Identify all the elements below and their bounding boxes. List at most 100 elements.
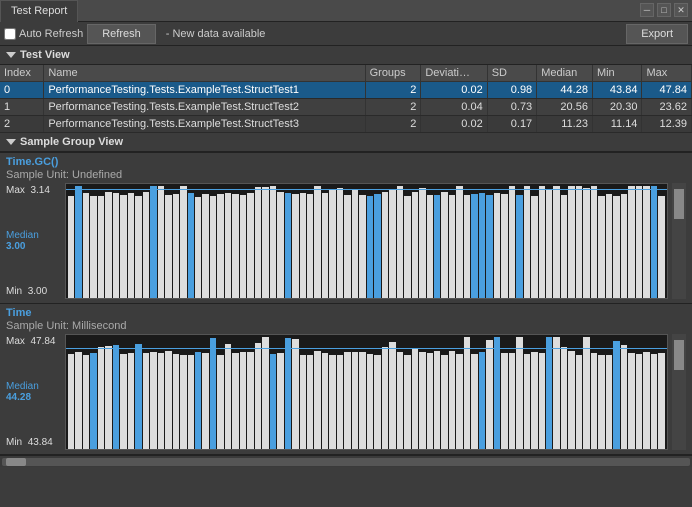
bars-container bbox=[66, 335, 667, 449]
test-view-section: Test View Index Name Groups Deviati… SD … bbox=[0, 46, 692, 133]
chart-area: Max 47.84Median 44.28Min 43.84 bbox=[0, 334, 692, 454]
minimize-button[interactable]: ─ bbox=[640, 3, 654, 17]
auto-refresh-checkbox[interactable]: Auto Refresh bbox=[4, 28, 83, 40]
scrollbar-thumb[interactable] bbox=[674, 340, 684, 370]
new-data-label: - New data available bbox=[166, 28, 266, 40]
col-deviation[interactable]: Deviati… bbox=[421, 65, 487, 82]
bar bbox=[553, 186, 559, 298]
col-groups[interactable]: Groups bbox=[365, 65, 421, 82]
export-button[interactable]: Export bbox=[626, 24, 688, 44]
bar bbox=[524, 186, 530, 298]
bar bbox=[300, 193, 306, 298]
max-value: 47.84 bbox=[30, 336, 55, 347]
bar bbox=[613, 196, 619, 298]
max-label: Max bbox=[6, 185, 25, 196]
close-button[interactable]: ✕ bbox=[674, 3, 688, 17]
bar bbox=[419, 188, 425, 298]
scrollbar-thumb[interactable] bbox=[674, 189, 684, 219]
horizontal-scrollbar[interactable] bbox=[0, 455, 692, 467]
bar bbox=[120, 354, 126, 449]
bar bbox=[471, 194, 477, 298]
auto-refresh-input[interactable] bbox=[4, 28, 16, 40]
bar bbox=[262, 337, 268, 449]
maximize-icon: □ bbox=[661, 5, 666, 15]
bar bbox=[240, 352, 246, 449]
bar bbox=[202, 194, 208, 298]
bar bbox=[374, 194, 380, 298]
group-subtitle: Sample Unit: Undefined bbox=[0, 169, 692, 183]
bar bbox=[479, 193, 485, 298]
min-label: Min bbox=[6, 437, 22, 448]
bar bbox=[240, 195, 246, 298]
bar bbox=[158, 186, 164, 298]
bar bbox=[382, 347, 388, 449]
table-row[interactable]: 1PerformanceTesting.Tests.ExampleTest.St… bbox=[0, 99, 692, 116]
bar bbox=[464, 337, 470, 449]
table-row[interactable]: 0PerformanceTesting.Tests.ExampleTest.St… bbox=[0, 82, 692, 99]
maximize-button[interactable]: □ bbox=[657, 3, 671, 17]
sample-group-0: Time.GC()Sample Unit: UndefinedMax 3.14M… bbox=[0, 153, 692, 304]
bar bbox=[501, 353, 507, 449]
bar bbox=[277, 192, 283, 298]
bar bbox=[568, 186, 574, 298]
bar bbox=[128, 353, 134, 449]
bar bbox=[173, 354, 179, 449]
bar bbox=[464, 195, 470, 298]
bar bbox=[613, 341, 619, 449]
hscroll-thumb[interactable] bbox=[6, 458, 26, 466]
col-sd[interactable]: SD bbox=[487, 65, 536, 82]
collapse-test-view-icon[interactable] bbox=[6, 52, 16, 58]
bar bbox=[232, 353, 238, 449]
bar bbox=[539, 186, 545, 298]
bar bbox=[83, 355, 89, 449]
bar bbox=[210, 338, 216, 449]
collapse-sample-view-icon[interactable] bbox=[6, 139, 16, 145]
bar bbox=[232, 194, 238, 298]
bar bbox=[456, 186, 462, 298]
chart-scrollbar[interactable] bbox=[672, 334, 686, 450]
bar bbox=[576, 355, 582, 449]
min-value: 3.00 bbox=[28, 286, 47, 297]
bar bbox=[643, 186, 649, 298]
col-index[interactable]: Index bbox=[0, 65, 44, 82]
refresh-button[interactable]: Refresh bbox=[87, 24, 156, 44]
bar bbox=[135, 344, 141, 449]
scrollbar-track bbox=[673, 335, 685, 449]
bar bbox=[255, 187, 261, 298]
bar bbox=[188, 193, 194, 298]
bar bbox=[352, 190, 358, 298]
bar bbox=[509, 353, 515, 449]
chart-main bbox=[65, 334, 668, 450]
title-bar-controls: ─ □ ✕ bbox=[640, 3, 688, 17]
bar bbox=[68, 196, 74, 298]
bar bbox=[150, 352, 156, 449]
bar bbox=[225, 344, 231, 449]
col-min[interactable]: Min bbox=[592, 65, 641, 82]
bar bbox=[307, 355, 313, 449]
bar bbox=[382, 192, 388, 298]
bar bbox=[636, 354, 642, 449]
bar bbox=[501, 194, 507, 298]
auto-refresh-label: Auto Refresh bbox=[19, 28, 83, 40]
sample-group-1: TimeSample Unit: MillisecondMax 47.84Med… bbox=[0, 304, 692, 455]
bar bbox=[531, 196, 537, 298]
bar bbox=[292, 339, 298, 449]
bar bbox=[434, 195, 440, 298]
median-line bbox=[66, 348, 667, 349]
col-median[interactable]: Median bbox=[537, 65, 593, 82]
bar bbox=[553, 337, 559, 449]
bar bbox=[576, 186, 582, 298]
table-row[interactable]: 2PerformanceTesting.Tests.ExampleTest.St… bbox=[0, 116, 692, 133]
col-name[interactable]: Name bbox=[44, 65, 365, 82]
bar bbox=[389, 342, 395, 449]
col-max[interactable]: Max bbox=[642, 65, 692, 82]
bar bbox=[180, 355, 186, 449]
bar bbox=[434, 351, 440, 449]
bar bbox=[449, 351, 455, 449]
bar bbox=[113, 345, 119, 449]
bar bbox=[344, 352, 350, 449]
bar bbox=[352, 352, 358, 449]
chart-scrollbar[interactable] bbox=[672, 183, 686, 299]
bar bbox=[583, 337, 589, 449]
test-table: Index Name Groups Deviati… SD Median Min… bbox=[0, 65, 692, 133]
